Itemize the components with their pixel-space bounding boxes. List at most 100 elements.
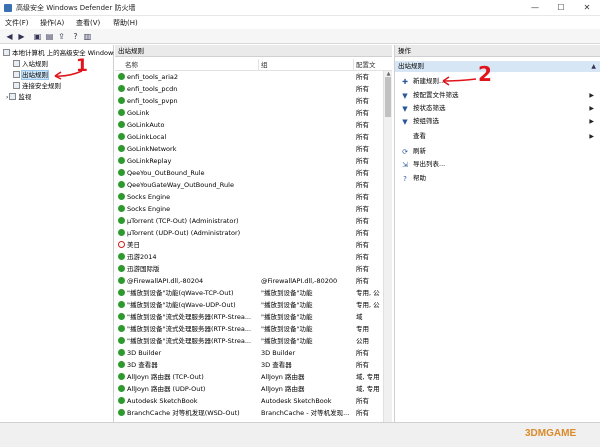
title-bar: 高级安全 Windows Defender 防火墙 — ☐ ✕	[0, 0, 600, 16]
column-header-profile[interactable]: 配置文	[354, 59, 392, 71]
table-row[interactable]: "播放到设备"流式处理服务器(RTP-Strea... "播放到设备"功能 专用	[115, 323, 383, 335]
annotation-arrow-1	[54, 70, 83, 80]
rule-name: GoLinkReplay	[127, 157, 172, 165]
table-row[interactable]: 3D 查看器 3D 查看器 所有	[115, 359, 383, 371]
table-row[interactable]: QeeYouGateWay_OutBound_Rule 所有	[115, 179, 383, 191]
action-item[interactable]: ⟳ 刷新	[395, 146, 600, 157]
action-label: 刷新	[413, 147, 426, 155]
help-toolbar-icon[interactable]: ?	[70, 31, 81, 42]
allow-status-icon	[118, 373, 125, 380]
action-item[interactable]: ? 帮助	[395, 173, 600, 184]
action-item[interactable]: ⇲ 导出列表...	[395, 159, 600, 170]
table-row[interactable]: AllJoyn 路由器 (TCP-Out) AllJoyn 路由器 域, 专用	[115, 371, 383, 383]
tree-item-monitoring[interactable]: › 监视	[6, 92, 31, 102]
expand-chevron-icon[interactable]: ›	[6, 94, 8, 101]
forward-arrow-icon[interactable]: ▶	[16, 31, 27, 42]
column-header-name[interactable]: 名称	[115, 59, 259, 71]
allow-status-icon	[118, 145, 125, 152]
allow-status-icon	[118, 109, 125, 116]
rule-profile: 所有	[356, 361, 369, 369]
rule-name: GoLinkLocal	[127, 133, 167, 141]
table-row[interactable]: 3D Builder 3D Builder 所有	[115, 347, 383, 359]
monitoring-icon	[9, 93, 17, 100]
allow-status-icon	[118, 409, 125, 416]
table-row[interactable]: Socks Engine 所有	[115, 191, 383, 203]
table-row[interactable]: "播放到设备"流式处理服务器(RTP-Strea... "播放到设备"功能 域	[115, 311, 383, 323]
rule-group: 3D 查看器	[261, 361, 292, 369]
actions-pane: 操作 出站规则 ▲ ✚ 新建规则... ▼ 按配置文件筛选 ▶ ▼ 按状态筛选 ▶ ▼ 按组筛选 ▶…	[394, 45, 600, 422]
show-hide-tree-icon[interactable]: ▤	[44, 31, 55, 42]
action-item[interactable]: ▼ 按状态筛选 ▶	[395, 103, 600, 114]
table-row[interactable]: AllJoyn 路由器 (UDP-Out) AllJoyn 路由器 域, 专用	[115, 383, 383, 395]
toolbar: ◀ ▶ ▣ ▤ ⇪ ? ▥	[0, 29, 600, 44]
submenu-arrow-icon[interactable]: ▶	[589, 116, 594, 127]
table-row[interactable]: Socks Engine 所有	[115, 203, 383, 215]
scrollbar-thumb[interactable]	[385, 77, 391, 117]
action-item[interactable]: 查看 ▶	[395, 131, 600, 142]
table-row[interactable]: "播放到设备"流式处理服务器(RTP-Strea... "播放到设备"功能 公用	[115, 335, 383, 347]
submenu-arrow-icon[interactable]: ▶	[589, 131, 594, 142]
table-row[interactable]: enfi_tools_pcdn 所有	[115, 83, 383, 95]
action-pane-toggle-icon[interactable]: ▥	[82, 31, 93, 42]
table-row[interactable]: 迅游国际版 所有	[115, 263, 383, 275]
menu-help[interactable]: 帮助(H)	[113, 18, 138, 28]
table-row[interactable]: QeeYou_OutBound_Rule 所有	[115, 167, 383, 179]
table-row[interactable]: Autodesk SketchBook Autodesk SketchBook 所有	[115, 395, 383, 407]
column-header-row: 名称 组 配置文	[115, 59, 392, 71]
rule-name: GoLink	[127, 109, 150, 117]
watermark-logo: 3DMGAME	[525, 428, 577, 439]
table-row[interactable]: 美日 所有	[115, 239, 383, 251]
table-row[interactable]: μTorrent (UDP-Out) (Administrator) 所有	[115, 227, 383, 239]
submenu-arrow-icon[interactable]: ▶	[589, 103, 594, 114]
table-row[interactable]: "播放到设备"功能(qWave-UDP-Out) "播放到设备"功能 专用, 公	[115, 299, 383, 311]
table-row[interactable]: BranchCache 对等机发现(WSD-Out) BranchCache - …	[115, 407, 383, 419]
tree-item-inbound-rules[interactable]: 入站规则	[13, 59, 48, 69]
rule-name: Socks Engine	[127, 193, 171, 201]
rule-name: @FirewallAPI.dll,-80204	[127, 277, 204, 285]
rules-table-body: enfi_tools_aria2 所有 enfi_tools_pcdn 所有 enfi_…	[115, 71, 383, 422]
annotation-arrow-2	[442, 76, 477, 86]
rule-profile: 所有	[356, 85, 369, 93]
allow-status-icon	[118, 289, 125, 296]
menu-file[interactable]: 文件(F)	[5, 18, 29, 28]
table-row[interactable]: GoLinkAuto 所有	[115, 119, 383, 131]
table-row[interactable]: enfi_tools_pvpn 所有	[115, 95, 383, 107]
actions-section-outbound[interactable]: 出站规则 ▲	[395, 61, 600, 72]
menu-action[interactable]: 操作(A)	[40, 18, 64, 28]
table-row[interactable]: @FirewallAPI.dll,-80204 @FirewallAPI.dll,…	[115, 275, 383, 287]
minimize-button[interactable]: —	[522, 0, 548, 16]
export-toolbar-icon[interactable]: ⇪	[56, 31, 67, 42]
tree-item-connection-security-rules[interactable]: 连接安全规则	[13, 81, 61, 91]
action-item[interactable]: ▼ 按配置文件筛选 ▶	[395, 90, 600, 101]
rule-name: GoLinkNetwork	[127, 145, 177, 153]
connection-security-icon	[13, 82, 20, 89]
table-row[interactable]: GoLinkReplay 所有	[115, 155, 383, 167]
back-arrow-icon[interactable]: ◀	[4, 31, 15, 42]
allow-status-icon	[118, 265, 125, 272]
collapse-arrow-icon[interactable]: ▲	[591, 61, 596, 72]
maximize-button[interactable]: ☐	[548, 0, 574, 16]
submenu-arrow-icon[interactable]: ▶	[589, 90, 594, 101]
table-row[interactable]: GoLinkNetwork 所有	[115, 143, 383, 155]
action-item[interactable]: ▼ 按组筛选 ▶	[395, 116, 600, 127]
table-row[interactable]: μTorrent (TCP-Out) (Administrator) 所有	[115, 215, 383, 227]
table-row[interactable]: GoLink 所有	[115, 107, 383, 119]
table-row[interactable]: GoLinkLocal 所有	[115, 131, 383, 143]
action-item[interactable]: ✚ 新建规则...	[395, 76, 600, 87]
allow-status-icon	[118, 301, 125, 308]
rules-scrollbar[interactable]: ▲	[383, 71, 392, 422]
action-label: 帮助	[413, 174, 426, 182]
table-row[interactable]: "播放到设备"功能(qWave-TCP-Out) "播放到设备"功能 专用, 公	[115, 287, 383, 299]
tree-item-outbound-rules[interactable]: 出站规则	[13, 70, 49, 80]
up-folder-icon[interactable]: ▣	[32, 31, 43, 42]
table-row[interactable]: enfi_tools_aria2 所有	[115, 71, 383, 83]
rule-group: "播放到设备"功能	[261, 325, 313, 333]
rule-profile: 所有	[356, 409, 369, 417]
allow-status-icon	[118, 349, 125, 356]
menu-view[interactable]: 查看(V)	[76, 18, 100, 28]
column-header-group[interactable]: 组	[259, 59, 354, 71]
table-row[interactable]: 迅游2014 所有	[115, 251, 383, 263]
rule-group: AllJoyn 路由器	[261, 385, 305, 393]
close-button[interactable]: ✕	[574, 0, 600, 16]
tree-root[interactable]: 本地计算机 上的高级安全 Windows Defender 防火墙	[3, 48, 114, 58]
